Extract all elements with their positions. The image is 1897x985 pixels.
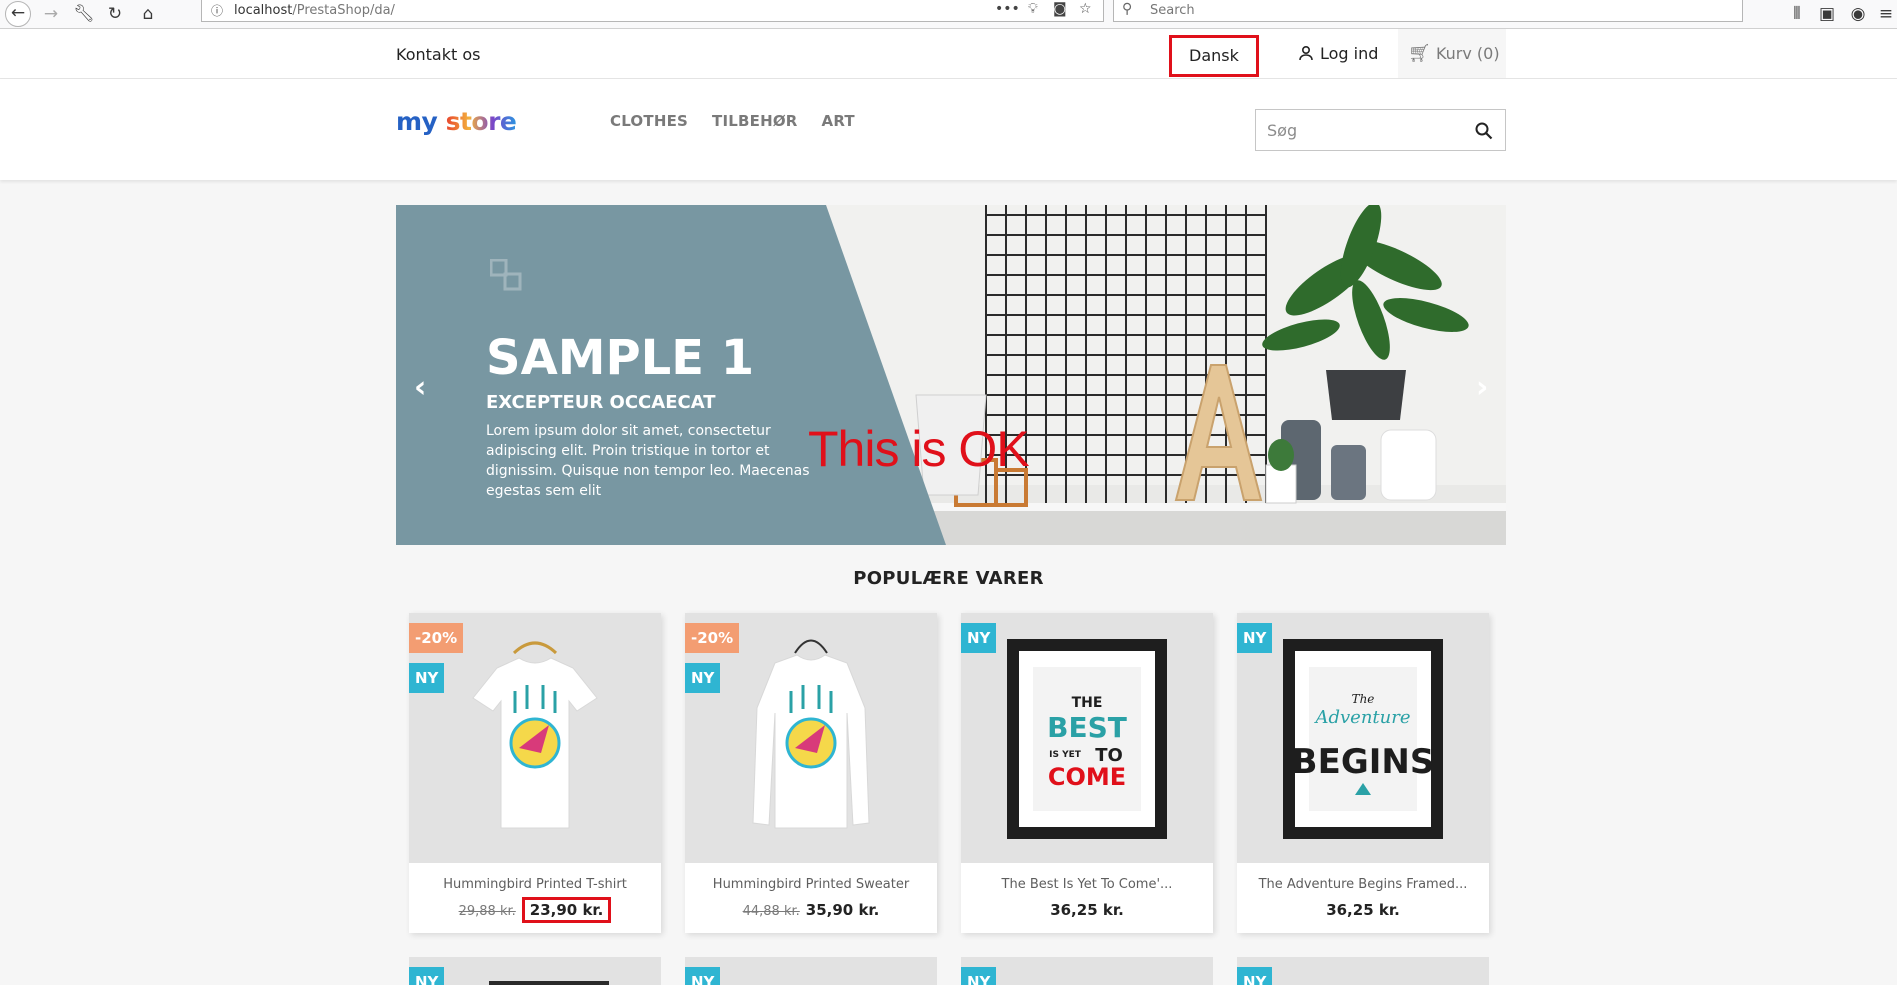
- cart-button[interactable]: 🛒︎ Kurv (0): [1398, 29, 1506, 78]
- reload-icon[interactable]: ↻: [104, 3, 126, 25]
- login-label: Log ind: [1320, 44, 1379, 63]
- regular-price: 44,88 kr.: [742, 904, 800, 919]
- new-flag: NY: [685, 967, 721, 985]
- poster-image: THE BEST IS YET TO COME: [1007, 639, 1167, 839]
- new-flag: NY: [409, 967, 445, 985]
- slide-logo-icon: [490, 259, 522, 291]
- new-flag: NY: [961, 967, 997, 985]
- product-price: 23,90 kr.: [521, 897, 612, 923]
- svg-text:BEST: BEST: [1047, 711, 1127, 744]
- product-prices: 44,88 kr. 35,90 kr.: [685, 901, 937, 919]
- search-placeholder: Søg: [1267, 121, 1298, 140]
- regular-price: 29,88 kr.: [458, 904, 516, 919]
- header-nav: Kontakt os Dansk Log ind 🛒︎ Kurv (0): [0, 29, 1897, 95]
- product-name[interactable]: The Best Is Yet To Come'...: [961, 877, 1213, 892]
- slide-subtitle: EXCEPTEUR OCCAECAT: [486, 392, 716, 413]
- product-image: [489, 981, 609, 985]
- user-icon: [1299, 45, 1313, 61]
- svg-text:Adventure: Adventure: [1313, 707, 1410, 728]
- product-prices: 29,88 kr. 23,90 kr.: [409, 897, 661, 923]
- product-card[interactable]: THE BEST IS YET TO COME NY The Best Is Y…: [961, 613, 1213, 933]
- language-selector[interactable]: Dansk: [1169, 35, 1259, 95]
- product-name[interactable]: Hummingbird Printed T-shirt: [409, 877, 661, 892]
- product-card[interactable]: NY: [961, 957, 1213, 985]
- browser-search-input[interactable]: ⚲ Search: [1113, 0, 1743, 22]
- new-flag: NY: [1237, 623, 1273, 653]
- product-prices: 36,25 kr.: [961, 901, 1213, 919]
- account-icon[interactable]: ◉: [1847, 3, 1869, 25]
- product-card[interactable]: NY: [685, 957, 937, 985]
- carousel-next-icon[interactable]: ›: [1476, 370, 1488, 405]
- search-icon: ⚲: [1122, 1, 1133, 17]
- page-actions-icon[interactable]: •••: [995, 1, 1020, 17]
- product-name[interactable]: Hummingbird Printed Sweater: [685, 877, 937, 892]
- new-flag: NY: [685, 663, 721, 693]
- url-text: localhost/PrestaShop/da/: [234, 3, 395, 18]
- url-bar[interactable]: ⓘ localhost/PrestaShop/da/ ••• 💡︎ ◙ ☆: [201, 0, 1104, 22]
- bookmark-star-icon[interactable]: ☆: [1079, 1, 1092, 17]
- product-card[interactable]: NY: [409, 957, 661, 985]
- header-main: my store CLOTHES TILBEHØR ART Søg: [0, 79, 1897, 180]
- menu-icon[interactable]: ≡: [1875, 3, 1897, 25]
- product-image[interactable]: THE BEST IS YET TO COME: [961, 613, 1213, 863]
- svg-text:The: The: [1352, 692, 1375, 706]
- wrench-icon[interactable]: 🔧︎: [73, 3, 95, 25]
- lightbulb-icon[interactable]: 💡︎: [1028, 1, 1038, 17]
- menu-item-art[interactable]: ART: [822, 112, 855, 130]
- product-card[interactable]: -20% NY Hummingbird Printed T-shirt 29,8…: [409, 613, 661, 933]
- new-flag: NY: [961, 623, 997, 653]
- svg-text:IS YET: IS YET: [1049, 750, 1082, 760]
- product-image[interactable]: The Adventure BEGINS: [1237, 613, 1489, 863]
- slide-description: Lorem ipsum dolor sit amet, consectetur …: [486, 423, 810, 499]
- library-icon[interactable]: ⫴: [1786, 3, 1808, 25]
- section-title: POPULÆRE VARER: [853, 568, 1044, 589]
- svg-text:BEGINS: BEGINS: [1292, 742, 1435, 782]
- cart-icon: 🛒︎: [1408, 43, 1431, 64]
- search-icon[interactable]: [1475, 122, 1493, 140]
- product-name[interactable]: The Adventure Begins Framed...: [1237, 877, 1489, 892]
- carousel-slide[interactable]: SAMPLE 1 EXCEPTEUR OCCAECAT Lorem ipsum …: [396, 205, 1506, 545]
- search-placeholder: Search: [1150, 3, 1195, 18]
- home-icon[interactable]: ⌂: [137, 3, 159, 25]
- menu-item-clothes[interactable]: CLOTHES: [610, 112, 688, 130]
- cart-label: Kurv (0): [1435, 44, 1500, 63]
- product-card[interactable]: The Adventure BEGINS NY The Adventure Be…: [1237, 613, 1489, 933]
- product-card[interactable]: NY: [1237, 957, 1489, 985]
- login-link[interactable]: Log ind: [1298, 44, 1378, 63]
- new-flag: NY: [409, 663, 445, 693]
- contact-link[interactable]: Kontakt os: [396, 45, 480, 64]
- new-flag: NY: [1237, 967, 1273, 985]
- svg-text:THE: THE: [1072, 695, 1103, 711]
- menu-item-accessories[interactable]: TILBEHØR: [712, 112, 798, 130]
- product-card[interactable]: -20% NY Hummingbird Printed Sweater 44,8…: [685, 613, 937, 933]
- discount-flag: -20%: [685, 623, 740, 653]
- product-price: 35,90 kr.: [805, 901, 880, 919]
- svg-text:COME: COME: [1048, 763, 1126, 791]
- slide-title: SAMPLE 1: [486, 330, 755, 386]
- main-menu: CLOTHES TILBEHØR ART: [610, 112, 855, 130]
- product-prices: 36,25 kr.: [1237, 901, 1489, 919]
- pocket-icon[interactable]: ◙: [1053, 1, 1067, 17]
- poster-image: The Adventure BEGINS: [1283, 639, 1443, 839]
- language-label: Dansk: [1189, 46, 1239, 65]
- discount-flag: -20%: [409, 623, 464, 653]
- store-logo[interactable]: my store: [396, 107, 517, 136]
- back-icon[interactable]: ←: [5, 1, 31, 27]
- info-icon[interactable]: ⓘ: [211, 2, 223, 19]
- product-price: 36,25 kr.: [1326, 901, 1400, 919]
- product-price: 36,25 kr.: [1050, 901, 1124, 919]
- store-search-input[interactable]: Søg: [1255, 109, 1506, 151]
- annotation-note: This is OK: [808, 421, 1030, 477]
- browser-toolbar: ← → 🔧︎ ↻ ⌂ ⓘ localhost/PrestaShop/da/ ••…: [0, 0, 1897, 29]
- carousel-prev-icon[interactable]: ‹: [414, 370, 426, 405]
- forward-icon[interactable]: →: [40, 3, 62, 25]
- sidebar-icon[interactable]: ▣: [1816, 3, 1838, 25]
